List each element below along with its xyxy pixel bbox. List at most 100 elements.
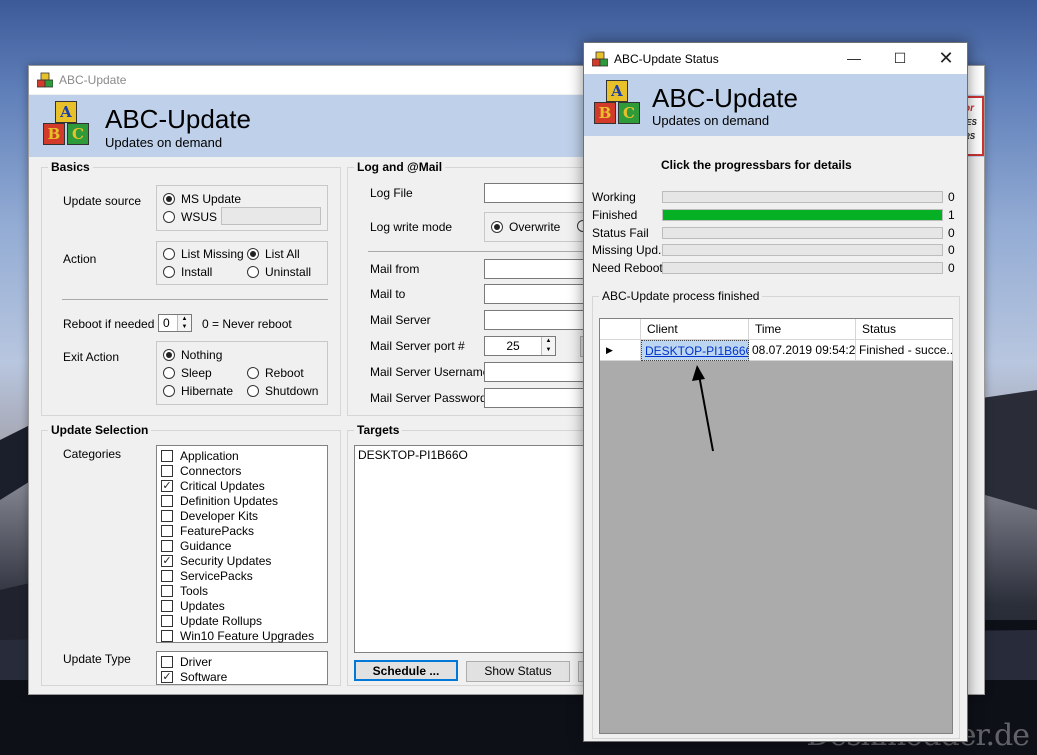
checkbox-empty-icon[interactable] [161, 509, 173, 522]
column-header-client[interactable]: Client [641, 319, 749, 340]
abc-blocks-logo: A B C [41, 101, 97, 153]
table-row-time: 08.07.2019 09:54:21 [749, 340, 856, 361]
radio-label: MS Update [181, 192, 242, 206]
radio-label: Nothing [181, 348, 223, 362]
radio-install[interactable]: Install [163, 265, 212, 279]
radio-overwrite[interactable]: Overwrite [491, 220, 560, 234]
checkbox-empty-icon[interactable] [161, 629, 173, 642]
client-link[interactable]: DESKTOP-PI1B66O [645, 344, 748, 358]
checkbox-update-rollups[interactable]: Update Rollups [161, 613, 327, 628]
checkbox-servicepacks[interactable]: ServicePacks [161, 568, 327, 583]
divider [368, 251, 608, 252]
categories-checklist[interactable]: Application Connectors ✓ Critical Updates De… [156, 445, 328, 643]
checkbox-empty-icon[interactable] [161, 569, 173, 582]
checkbox-empty-icon[interactable] [161, 539, 173, 552]
update-type-checklist[interactable]: Driver ✓ Software [156, 651, 328, 685]
checkbox-checked-icon[interactable]: ✓ [161, 554, 173, 567]
column-header-time[interactable]: Time [749, 319, 856, 340]
logo-block-a: A [606, 80, 628, 102]
targets-group: Targets DESKTOP-PI1B66O Schedule ... Sho… [347, 423, 608, 686]
clients-grid[interactable]: Client Time Status ▶ DESKTOP-PI1B66O 08.… [599, 318, 953, 734]
checkbox-empty-icon[interactable] [161, 449, 173, 462]
checkbox-developer-kits[interactable]: Developer Kits [161, 508, 327, 523]
mail-username-label: Mail Server Username [370, 365, 490, 379]
mail-port-stepper[interactable]: 25 ▲ ▼ [484, 336, 556, 356]
progress-bar-finished[interactable] [662, 208, 943, 221]
checkbox-guidance[interactable]: Guidance [161, 538, 327, 553]
checkbox-empty-icon[interactable] [161, 464, 173, 477]
checkbox-security-updates[interactable]: ✓ Security Updates [161, 553, 327, 568]
spin-arrows-icon[interactable]: ▲ ▼ [177, 315, 191, 331]
progress-bar-status-fail[interactable] [662, 226, 943, 239]
checkbox-checked-icon[interactable]: ✓ [161, 479, 173, 492]
row-pointer-icon[interactable]: ▶ [600, 340, 641, 361]
progress-bar-working[interactable] [662, 191, 943, 203]
radio-list-all[interactable]: List All [247, 247, 300, 261]
app-blocks-icon [592, 51, 608, 66]
checkbox-empty-icon[interactable] [161, 584, 173, 597]
progress-bar-missing-upd-[interactable] [662, 244, 943, 257]
radio-uninstall[interactable]: Uninstall [247, 265, 311, 279]
radio-list-missing[interactable]: List Missing [163, 247, 244, 261]
logo-block-b: B [594, 102, 616, 124]
close-icon[interactable]: ✕ [923, 43, 969, 74]
radio-ms-update[interactable]: MS Update [163, 192, 241, 206]
logo-block-c: C [67, 123, 89, 145]
radio-label: Uninstall [265, 265, 312, 279]
checkbox-connectors[interactable]: Connectors [161, 463, 327, 478]
checkbox-label: FeaturePacks [180, 523, 255, 538]
log-file-label: Log File [370, 186, 413, 200]
checkbox-empty-icon[interactable] [161, 614, 173, 627]
radio-shutdown[interactable]: Shutdown [247, 384, 318, 398]
reboot-stepper[interactable]: 0 ▲ ▼ [158, 314, 192, 332]
checkbox-empty-icon[interactable] [161, 494, 173, 507]
radio-sleep[interactable]: Sleep [163, 366, 212, 380]
brand-title: ABC-Update [105, 104, 251, 134]
progress-count: 1 [948, 207, 955, 222]
radio-button-icon [163, 266, 175, 278]
checkbox-win10-feature-upgrades[interactable]: Win10 Feature Upgrades [161, 628, 327, 643]
status-titlebar[interactable]: ABC-Update Status — ☐ ✕ [584, 43, 967, 74]
logo-block-b: B [43, 123, 65, 145]
update-selection-group: Update Selection Categories Application C… [41, 423, 341, 686]
schedule-button[interactable]: Schedule ... [354, 660, 458, 681]
radio-hibernate[interactable]: Hibernate [163, 384, 233, 398]
show-status-button[interactable]: Show Status [466, 661, 570, 682]
main-window-title: ABC-Update [59, 73, 127, 87]
maximize-icon[interactable]: ☐ [877, 43, 923, 74]
checkbox-updates[interactable]: Updates [161, 598, 327, 613]
targets-list[interactable]: DESKTOP-PI1B66O [354, 445, 608, 653]
radio-wsus[interactable]: WSUS [163, 210, 217, 224]
checkbox-empty-icon[interactable] [161, 599, 173, 612]
checkbox-critical-updates[interactable]: ✓ Critical Updates [161, 478, 327, 493]
status-banner: A B C ABC-Update Updates on demand [584, 74, 967, 136]
radio-label: Hibernate [181, 384, 234, 398]
mail-password-label: Mail Server Password [370, 391, 487, 405]
table-row-client[interactable]: DESKTOP-PI1B66O [641, 340, 749, 361]
checkbox-application[interactable]: Application [161, 448, 327, 463]
reboot-value: 0 [163, 316, 170, 330]
progress-count: 0 [948, 243, 955, 258]
checkbox-software[interactable]: ✓ Software [161, 669, 327, 684]
column-header-status[interactable]: Status [856, 319, 953, 340]
radio-label: Sleep [181, 366, 212, 380]
log-write-mode-label: Log write mode [370, 220, 453, 234]
checkbox-empty-icon[interactable] [161, 524, 173, 537]
spin-arrows-icon[interactable]: ▲ ▼ [541, 337, 555, 355]
checkbox-checked-icon[interactable]: ✓ [161, 670, 173, 683]
checkbox-definition-updates[interactable]: Definition Updates [161, 493, 327, 508]
checkbox-featurepacks[interactable]: FeaturePacks [161, 523, 327, 538]
minimize-icon[interactable]: — [831, 43, 877, 74]
radio-button-icon [163, 367, 175, 379]
radio-reboot[interactable]: Reboot [247, 366, 304, 380]
grid-corner [600, 319, 641, 340]
checkbox-empty-icon[interactable] [161, 655, 173, 668]
checkbox-driver[interactable]: Driver [161, 654, 327, 669]
checkbox-label: Update Rollups [180, 613, 263, 628]
wsus-server-field[interactable] [221, 207, 321, 225]
radio-nothing[interactable]: Nothing [163, 348, 222, 362]
target-item[interactable]: DESKTOP-PI1B66O [358, 448, 605, 462]
checkbox-tools[interactable]: Tools [161, 583, 327, 598]
progress-bar-need-reboot[interactable] [662, 262, 943, 275]
progress-label: Missing Upd. [592, 243, 662, 258]
